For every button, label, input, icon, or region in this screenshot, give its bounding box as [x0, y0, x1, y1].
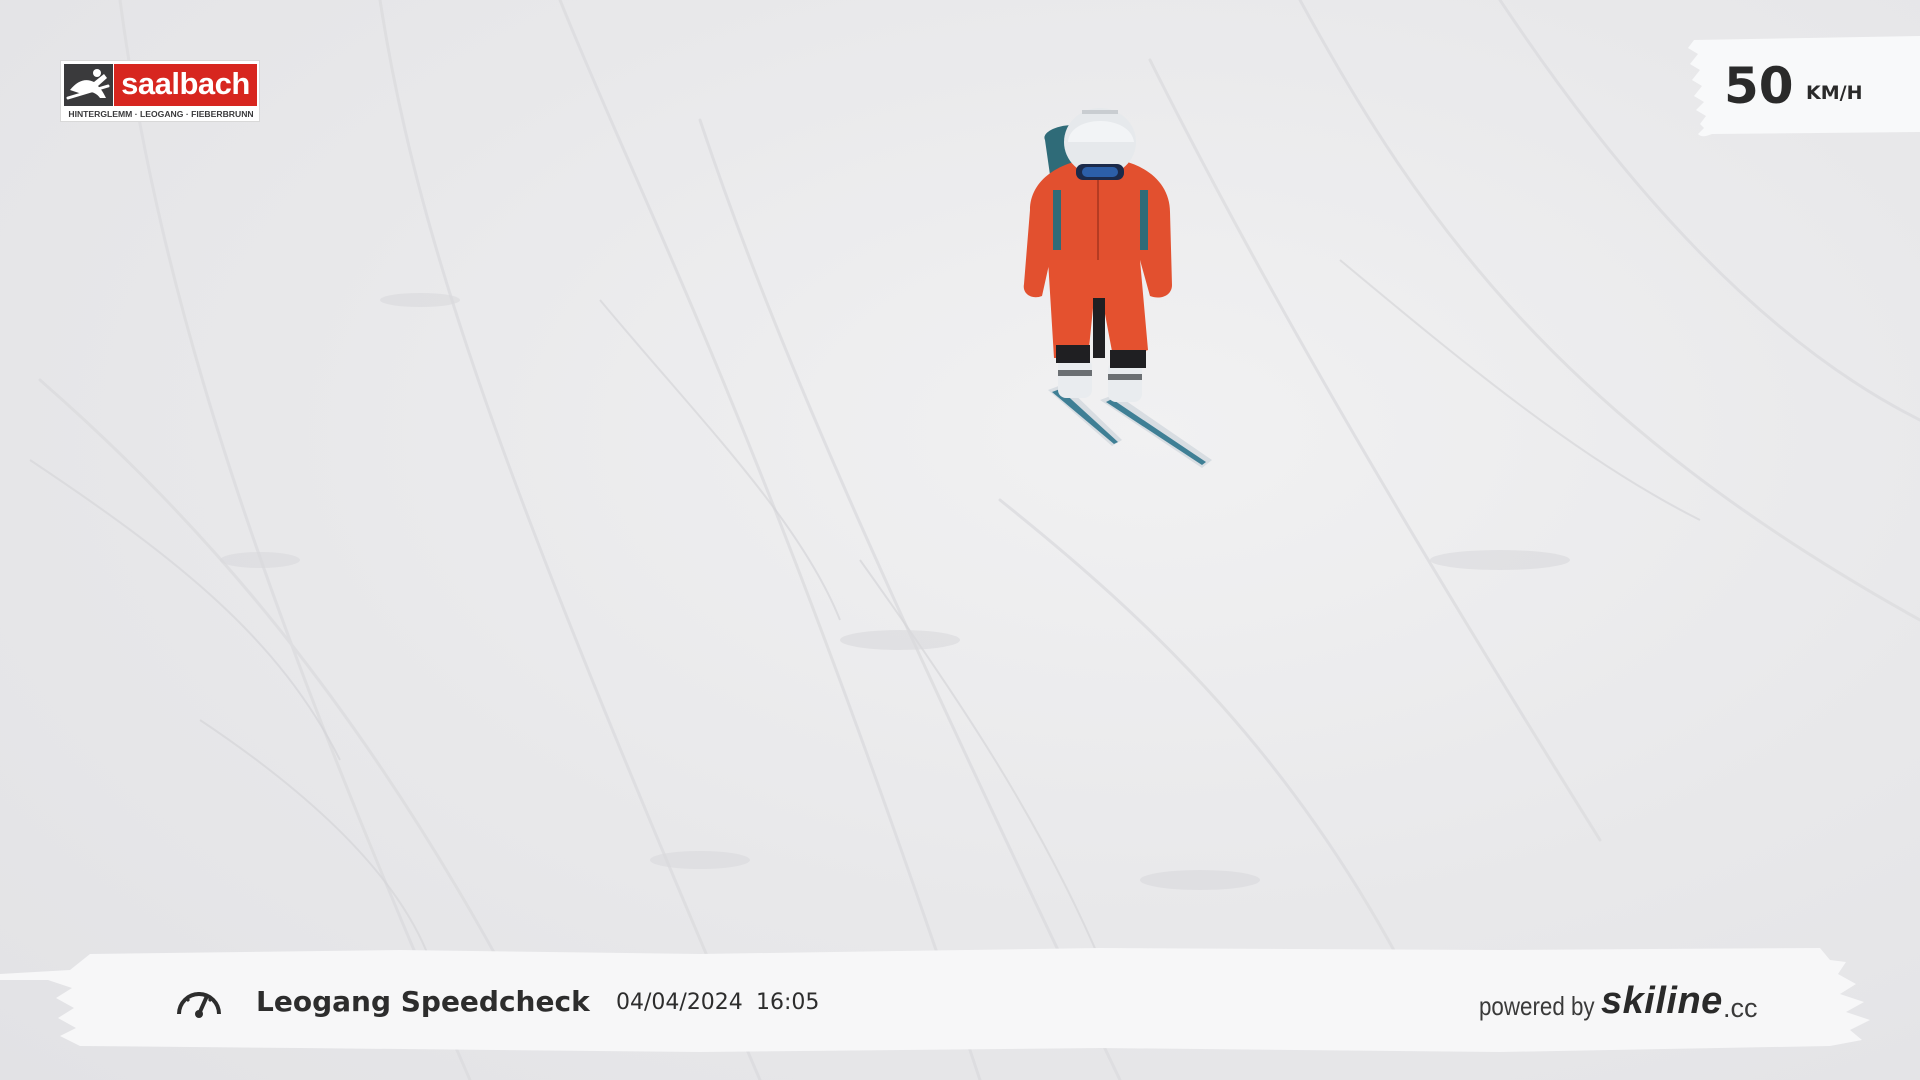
- saalbach-logo: saalbach HINTERGLEMM · LEOGANG · FIEBERB…: [60, 60, 260, 122]
- snow-slope: [29, 0, 1920, 1080]
- skiline-logo[interactable]: skiline: [1601, 978, 1723, 1024]
- speed-badge: 50 KM/H: [1684, 36, 1920, 138]
- brand-name: saalbach: [121, 66, 250, 101]
- speedometer-icon: [177, 992, 221, 1018]
- brand-name-box: saalbach: [114, 64, 257, 106]
- speed-unit: KM/H: [1806, 82, 1863, 104]
- time-text: 16:05: [756, 990, 820, 1015]
- powered-by-label: powered by: [1479, 991, 1595, 1021]
- location-title: Leogang Speedcheck: [256, 985, 590, 1018]
- skiline-domain[interactable]: .cc: [1723, 992, 1758, 1024]
- brand-subline: HINTERGLEMM · LEOGANG · FIEBERBRUNN: [68, 109, 254, 119]
- skier-icon: [1023, 108, 1212, 468]
- speed-value: 50: [1724, 57, 1794, 115]
- leaping-skier-icon: [64, 64, 113, 106]
- date-text: 04/04/2024: [616, 990, 743, 1015]
- video-frame: saalbach HINTERGLEMM · LEOGANG · FIEBERB…: [0, 0, 1920, 1080]
- speed-badge-background: [1688, 36, 1920, 137]
- bottom-banner: Leogang Speedcheck 04/04/2024 16:05 powe…: [0, 940, 1920, 1080]
